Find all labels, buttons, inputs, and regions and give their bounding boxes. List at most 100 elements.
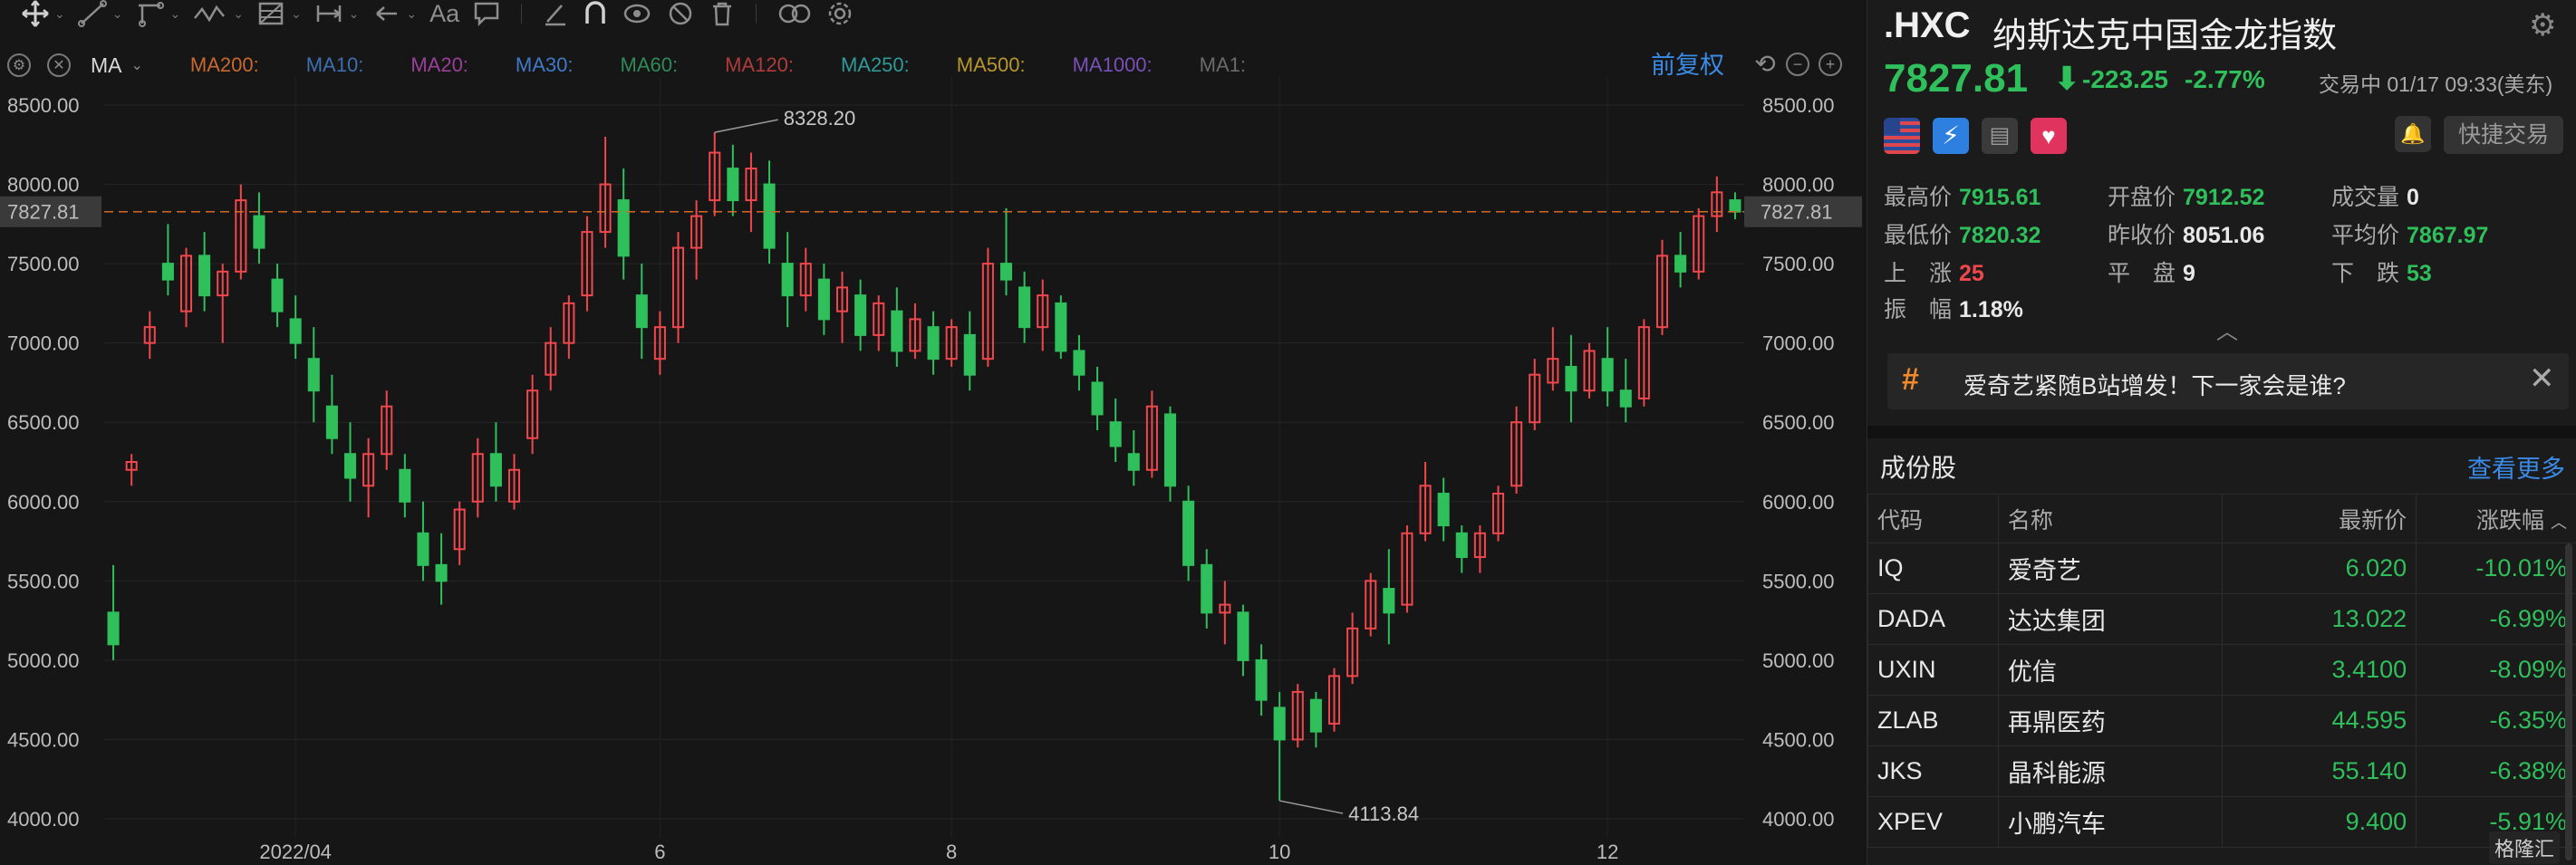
chevron-down-icon[interactable]: ⌄ bbox=[233, 6, 244, 22]
candle-body bbox=[927, 326, 940, 360]
x-tick-label: 10 bbox=[1269, 841, 1290, 863]
header-price[interactable]: 最新价 bbox=[2222, 494, 2417, 543]
candle-body bbox=[253, 215, 265, 249]
pen-icon[interactable] bbox=[542, 0, 569, 27]
text-tool-label: Aa bbox=[429, 0, 460, 27]
cell-code: UXIN bbox=[1867, 644, 1999, 696]
zoom-in-icon[interactable]: + bbox=[1819, 53, 1842, 76]
candle-body bbox=[1073, 350, 1085, 376]
toolbar-divider bbox=[756, 4, 757, 24]
chevron-up-icon[interactable]: ︿ bbox=[2216, 313, 2238, 345]
chart-area[interactable]: 8500.00 8500.00 8000.00 8000.00 7500.00 7500.… bbox=[0, 0, 1867, 865]
comment-icon[interactable] bbox=[472, 0, 501, 27]
price-adjust-toggle[interactable]: 前复权 bbox=[1651, 47, 1724, 83]
settings-icon[interactable] bbox=[825, 0, 854, 27]
eye-icon[interactable] bbox=[622, 0, 652, 27]
table-row[interactable]: XPEV 小鹏汽车 9.400 -5.91% bbox=[1867, 796, 2576, 848]
close-icon[interactable]: ✕ bbox=[2529, 360, 2555, 397]
candle-body bbox=[1565, 365, 1577, 392]
candle-body bbox=[107, 611, 120, 646]
zoom-out-icon[interactable]: − bbox=[1786, 53, 1809, 76]
link-icon[interactable] bbox=[777, 0, 813, 27]
table-row[interactable]: JKS 晶科能源 55.140 -6.38% bbox=[1867, 745, 2576, 797]
cell-price: 55.140 bbox=[2222, 745, 2417, 797]
reset-icon[interactable]: ⟲ bbox=[1753, 52, 1777, 77]
stat-value: 7867.97 bbox=[2407, 223, 2489, 248]
wave-icon[interactable]: ⌄ bbox=[193, 0, 244, 27]
chevron-down-icon[interactable]: ⌄ bbox=[54, 6, 65, 22]
indicator-close-icon[interactable]: ✕ bbox=[47, 53, 71, 77]
line-icon[interactable]: ⌄ bbox=[77, 0, 123, 27]
y-tick-label-left: 6500.00 bbox=[7, 411, 80, 434]
chevron-down-icon[interactable]: ⌄ bbox=[349, 6, 360, 22]
cell-change-pct: -6.99% bbox=[2416, 593, 2576, 645]
y-tick-label-left: 7500.00 bbox=[7, 253, 80, 275]
magnet-icon[interactable] bbox=[582, 0, 609, 27]
header-name[interactable]: 名称 bbox=[1997, 494, 2224, 543]
indicator-settings-icon[interactable]: ⚙ bbox=[7, 53, 31, 77]
fib-icon[interactable]: ⌄ bbox=[256, 0, 302, 27]
stat-amplitude: 振 幅 1.18% bbox=[1884, 292, 2023, 324]
candle-body bbox=[1201, 563, 1213, 614]
stat-value: 0 bbox=[2407, 185, 2419, 210]
trash-icon[interactable] bbox=[709, 0, 736, 27]
stat-label: 平 盘 bbox=[2108, 261, 2176, 286]
y-tick-label-left: 8000.00 bbox=[7, 174, 80, 197]
table-row[interactable]: ZLAB 再鼎医药 44.595 -6.35% bbox=[1867, 695, 2576, 746]
ma-20-label: MA20: bbox=[410, 53, 468, 76]
stat-value: 9 bbox=[2183, 261, 2195, 286]
arrow-icon[interactable]: ⌄ bbox=[371, 0, 417, 27]
stat-low: 最低价 7820.32 bbox=[1884, 217, 2041, 250]
table-row[interactable]: UXIN 优信 3.4100 -8.09% bbox=[1867, 644, 2576, 696]
table-row[interactable]: IQ 爱奇艺 6.020 -10.01% bbox=[1867, 543, 2576, 594]
symbol-code: .HXC bbox=[1884, 5, 1971, 45]
news-banner[interactable]: # 爱奇艺紧随B站增发！下一家会是谁? ✕ bbox=[1887, 353, 2569, 409]
crosshair-icon[interactable]: ⌄ bbox=[20, 0, 65, 27]
cell-change-pct: -8.09% bbox=[2416, 644, 2576, 696]
constituents-title: 成份股 bbox=[1880, 454, 1957, 482]
us-flag-icon[interactable] bbox=[1884, 118, 1920, 154]
cell-code: DADA bbox=[1867, 593, 1999, 645]
ma-selector[interactable]: MA bbox=[91, 53, 122, 78]
cell-name: 小鹏汽车 bbox=[1997, 796, 2224, 848]
text-icon[interactable]: Aa bbox=[429, 0, 459, 27]
flash-icon[interactable]: ⚡ bbox=[1933, 118, 1969, 154]
candle-body bbox=[763, 183, 776, 249]
document-icon[interactable]: ▤ bbox=[1982, 118, 2018, 154]
candle-body bbox=[1455, 532, 1468, 559]
candle-body bbox=[817, 278, 830, 321]
cell-change-pct: -10.01% bbox=[2416, 543, 2576, 594]
view-more-link[interactable]: 查看更多 bbox=[2467, 449, 2565, 485]
candlestick-chart[interactable]: 8500.00 8500.00 8000.00 8000.00 7500.00 7500.… bbox=[0, 0, 1867, 865]
candle-body bbox=[417, 532, 429, 566]
bell-icon[interactable]: 🔔 bbox=[2395, 116, 2431, 152]
chevron-down-icon[interactable]: ⌄ bbox=[406, 6, 417, 22]
stat-value: 25 bbox=[1959, 261, 1984, 286]
favorite-heart-icon[interactable]: ♥ bbox=[2031, 118, 2067, 154]
candle-body bbox=[854, 294, 867, 336]
ma-30-label: MA30: bbox=[515, 53, 574, 76]
chevron-down-icon[interactable]: ⌄ bbox=[291, 6, 302, 22]
y-tick-label-left: 8500.00 bbox=[7, 94, 80, 117]
candle-body bbox=[435, 563, 448, 582]
channel-icon[interactable]: ⌄ bbox=[135, 0, 180, 27]
news-headline[interactable]: 爱奇艺紧随B站增发！下一家会是谁? bbox=[1963, 368, 2346, 401]
chevron-down-icon[interactable]: ⌄ bbox=[112, 6, 123, 22]
stat-decliners: 下 跌 53 bbox=[2331, 255, 2432, 288]
hide-icon[interactable] bbox=[665, 0, 696, 27]
quick-trade-button[interactable]: 快捷交易 bbox=[2444, 116, 2563, 154]
stat-value: 7820.32 bbox=[1959, 223, 2041, 248]
header-code[interactable]: 代码 bbox=[1867, 494, 1999, 543]
stat-high: 最高价 7915.61 bbox=[1884, 179, 2041, 212]
header-change-pct[interactable]: 涨跌幅 ︿ bbox=[2416, 494, 2576, 543]
candle-body bbox=[1055, 302, 1067, 352]
measure-icon[interactable]: ⌄ bbox=[314, 0, 360, 27]
sort-chevron-icon[interactable]: ︿ bbox=[2551, 514, 2567, 532]
gear-icon[interactable]: ⚙ bbox=[2529, 7, 2556, 43]
chevron-down-icon[interactable]: ⌄ bbox=[169, 6, 180, 22]
chevron-down-icon[interactable]: ⌄ bbox=[131, 56, 143, 74]
table-row[interactable]: DADA 达达集团 13.022 -6.99% bbox=[1867, 593, 2576, 645]
cell-code: XPEV bbox=[1867, 796, 1999, 848]
scrollbar[interactable] bbox=[2565, 543, 2572, 860]
stat-average: 平均价 7867.97 bbox=[2331, 217, 2488, 250]
